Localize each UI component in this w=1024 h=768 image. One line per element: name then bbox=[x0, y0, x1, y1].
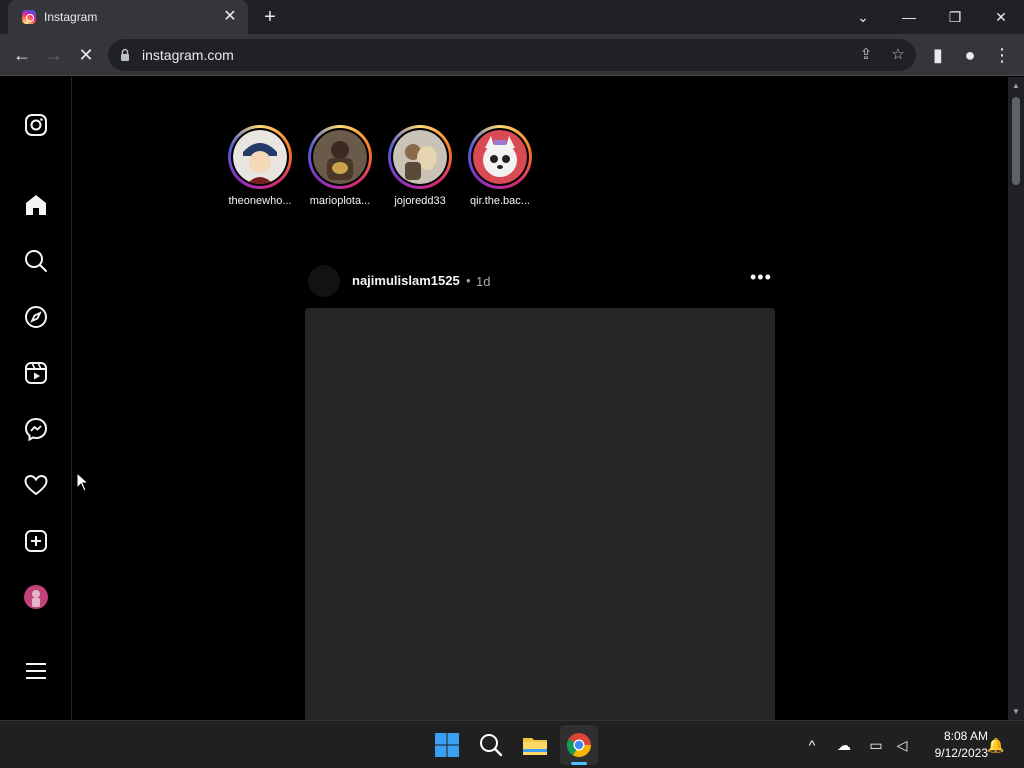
taskbar-search-icon[interactable] bbox=[477, 731, 505, 759]
notifications-heart-icon[interactable] bbox=[22, 471, 50, 499]
file-explorer-icon[interactable] bbox=[521, 731, 549, 759]
url-text: instagram.com bbox=[142, 47, 234, 63]
chrome-menu-icon[interactable]: ⋮ bbox=[990, 43, 1014, 67]
forward-icon[interactable]: → bbox=[42, 43, 66, 67]
story-avatar bbox=[233, 130, 287, 184]
browser-tab-bar: Instagram ✕ + ⌄ — ❐ ✕ bbox=[0, 0, 1024, 34]
profile-icon[interactable]: ● bbox=[958, 43, 982, 67]
notification-bell-icon[interactable]: 🔔 bbox=[986, 735, 1006, 755]
scroll-thumb[interactable] bbox=[1012, 97, 1020, 185]
browser-toolbar: ← → ✕ instagram.com ⇪ ☆ ▮ ● ⋮ bbox=[0, 34, 1024, 76]
story-avatar bbox=[473, 130, 527, 184]
story-ring bbox=[468, 125, 532, 189]
post-options-icon[interactable]: ••• bbox=[750, 267, 772, 288]
story-username: jojoredd33 bbox=[394, 195, 446, 207]
restore-button[interactable]: ❐ bbox=[942, 4, 968, 30]
tab-title: Instagram bbox=[44, 10, 98, 24]
bookmark-star-icon[interactable]: ☆ bbox=[888, 45, 908, 65]
browser-tab[interactable]: Instagram ✕ bbox=[8, 0, 248, 34]
lock-icon bbox=[121, 48, 129, 61]
instagram-logo-icon[interactable] bbox=[22, 111, 50, 139]
story-ring bbox=[228, 125, 292, 189]
share-icon[interactable]: ⇪ bbox=[856, 45, 876, 65]
story-avatar bbox=[313, 130, 367, 184]
profile-avatar[interactable] bbox=[22, 583, 50, 611]
scroll-up-icon[interactable]: ▲ bbox=[1012, 81, 1020, 90]
minimize-button[interactable]: — bbox=[896, 4, 922, 30]
messenger-icon[interactable] bbox=[22, 415, 50, 443]
create-icon[interactable] bbox=[22, 527, 50, 555]
new-tab-button[interactable]: + bbox=[258, 6, 282, 30]
close-window-button[interactable]: ✕ bbox=[988, 4, 1014, 30]
story-username: marioplota... bbox=[309, 195, 371, 207]
post-username[interactable]: najimulislam1525 bbox=[352, 273, 460, 288]
post-header: najimulislam1525 • 1d ••• bbox=[306, 263, 776, 299]
home-icon[interactable] bbox=[22, 191, 50, 219]
stop-loading-icon[interactable]: ✕ bbox=[74, 43, 98, 67]
story-username: theonewho... bbox=[228, 195, 292, 207]
mouse-cursor-icon bbox=[76, 472, 90, 492]
address-bar[interactable]: instagram.com ⇪ ☆ bbox=[108, 39, 916, 71]
volume-muted-icon[interactable]: ◁ bbox=[892, 735, 912, 755]
clock-time[interactable]: 8:08 AM bbox=[920, 729, 988, 743]
clock-date[interactable]: 9/12/2023 bbox=[918, 746, 988, 760]
story-username: qir.the.bac... bbox=[470, 195, 530, 207]
more-menu-icon[interactable] bbox=[22, 657, 50, 685]
post-time[interactable]: 1d bbox=[476, 274, 490, 289]
post-separator: • bbox=[466, 273, 471, 288]
search-icon[interactable] bbox=[22, 247, 50, 275]
back-icon[interactable]: ← bbox=[10, 43, 34, 67]
close-tab-icon[interactable]: ✕ bbox=[220, 7, 240, 27]
story-avatar bbox=[393, 130, 447, 184]
onedrive-icon[interactable]: ☁ bbox=[834, 735, 854, 755]
instagram-page: theonewho... marioplota... jojoredd33 qi… bbox=[0, 77, 1024, 720]
show-hidden-icons-icon[interactable]: ^ bbox=[802, 735, 822, 755]
story-ring bbox=[308, 125, 372, 189]
network-icon[interactable]: ▭ bbox=[866, 735, 886, 755]
post-media-placeholder[interactable] bbox=[305, 308, 775, 720]
windows-taskbar: ^ ☁ ▭ ◁ 8:08 AM 9/12/2023 🔔 bbox=[0, 720, 1024, 768]
instagram-sidebar bbox=[0, 77, 72, 720]
side-panel-icon[interactable]: ▮ bbox=[926, 43, 950, 67]
active-app-indicator bbox=[571, 762, 587, 765]
scroll-down-icon[interactable]: ▼ bbox=[1012, 707, 1020, 716]
page-scrollbar[interactable]: ▲ ▼ bbox=[1008, 77, 1024, 720]
tab-search-icon[interactable]: ⌄ bbox=[850, 4, 876, 30]
instagram-favicon-icon bbox=[22, 10, 36, 24]
reels-icon[interactable] bbox=[22, 359, 50, 387]
post-avatar[interactable] bbox=[308, 265, 340, 297]
chrome-icon[interactable] bbox=[565, 731, 593, 759]
story-ring bbox=[388, 125, 452, 189]
windows-start-icon[interactable] bbox=[433, 731, 461, 759]
explore-icon[interactable] bbox=[22, 303, 50, 331]
